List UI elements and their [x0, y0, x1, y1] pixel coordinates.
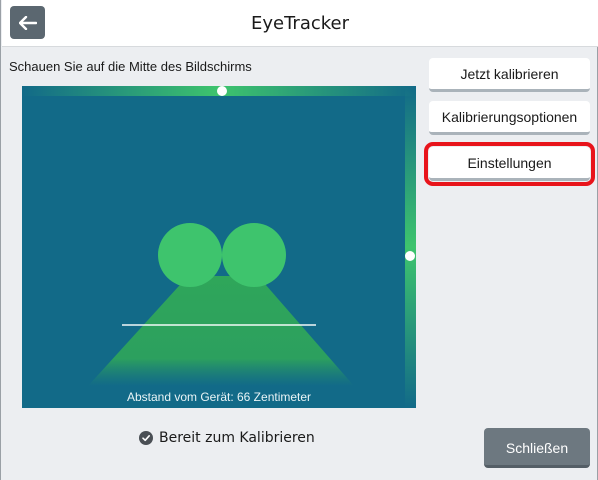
close-button[interactable]: Schließen	[484, 428, 590, 468]
tracking-cone	[88, 276, 354, 386]
check-circle-icon	[139, 431, 153, 445]
left-eye-indicator	[158, 223, 222, 287]
back-button[interactable]	[10, 6, 45, 39]
instruction-text: Schauen Sie auf die Mitte des Bildschirm…	[9, 59, 252, 74]
calibration-options-button[interactable]: Kalibrierungsoptionen	[429, 101, 590, 135]
title-bar: EyeTracker	[2, 0, 598, 47]
vertical-position-indicator	[405, 251, 415, 261]
status-text: Bereit zum Kalibrieren	[159, 430, 315, 446]
right-eye-indicator	[222, 223, 286, 287]
status-indicator: Bereit zum Kalibrieren	[139, 428, 315, 448]
vertical-position-bar	[405, 86, 416, 408]
calibrate-now-button[interactable]: Jetzt kalibrieren	[429, 58, 590, 92]
distance-label: Abstand vom Gerät: 66 Zentimeter	[126, 390, 312, 404]
window-title: EyeTracker	[250, 13, 350, 34]
settings-button[interactable]: Einstellungen	[424, 142, 595, 186]
eyetracker-window: EyeTracker Schauen Sie auf die Mitte des…	[0, 0, 598, 480]
horizontal-position-indicator	[217, 86, 227, 96]
eye-tracker-preview: Abstand vom Gerät: 66 Zentimeter	[22, 86, 416, 408]
arrow-left-icon	[18, 15, 37, 30]
